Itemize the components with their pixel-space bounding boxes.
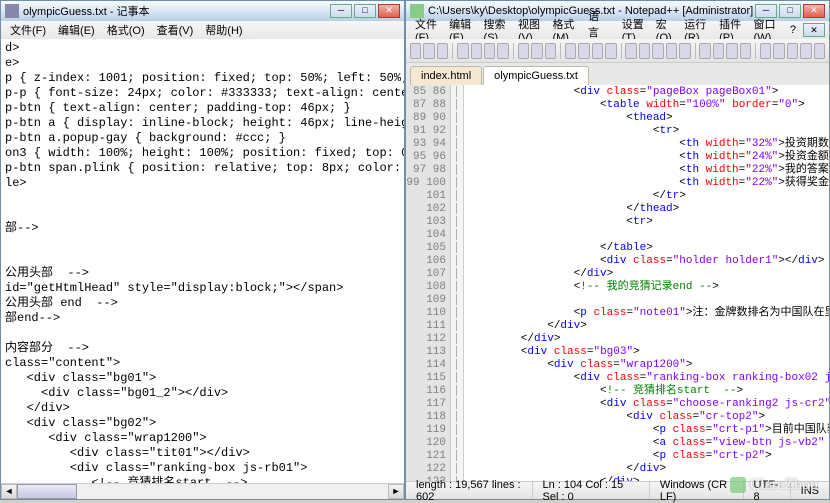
notepad-title: olympicGuess.txt - 记事本 [23, 3, 330, 19]
toolbar-icon[interactable] [423, 43, 434, 59]
toolbar-icon[interactable] [773, 43, 784, 59]
toolbar-icon[interactable] [410, 43, 421, 59]
close-button[interactable]: ✕ [378, 4, 400, 18]
toolbar-icon[interactable] [713, 43, 724, 59]
toolbar-icon[interactable] [565, 43, 576, 59]
status-pos: Ln : 104 Col : 15 Sel : 0 [532, 482, 649, 499]
menu-item[interactable]: ? [785, 23, 801, 37]
npp-toolbar [406, 39, 829, 63]
toolbar-icon[interactable] [484, 43, 495, 59]
toolbar-icon[interactable] [726, 43, 737, 59]
toolbar-icon[interactable] [531, 43, 542, 59]
notepad-text-area[interactable]: d> e> p { z-index: 1001; position: fixed… [1, 39, 404, 483]
close-button[interactable]: ✕ [803, 23, 825, 37]
menu-item[interactable]: 文件(F) [5, 21, 51, 39]
status-length: length : 19,567 lines : 602 [406, 482, 532, 499]
tab-olympicguess[interactable]: olympicGuess.txt [483, 66, 589, 85]
toolbar-icon[interactable] [545, 43, 556, 59]
fold-gutter[interactable]: │ │ │ │ │ │ │ │ │ │ │ │ │ │ │ │ │ │ │ │ … [450, 85, 464, 481]
status-eol: Windows (CR LF) [649, 482, 743, 499]
toolbar-icon[interactable] [437, 43, 448, 59]
toolbar-icon[interactable] [652, 43, 663, 59]
code-editor[interactable]: <div class="pageBox pageBox01"> <table w… [464, 85, 829, 481]
toolbar-icon[interactable] [625, 43, 636, 59]
menu-item[interactable]: 查看(V) [152, 21, 199, 39]
toolbar-icon[interactable] [814, 43, 825, 59]
toolbar-icon[interactable] [800, 43, 811, 59]
toolbar-icon[interactable] [497, 43, 508, 59]
toolbar-icon[interactable] [592, 43, 603, 59]
toolbar-icon[interactable] [471, 43, 482, 59]
toolbar-icon[interactable] [679, 43, 690, 59]
toolbar-icon[interactable] [518, 43, 529, 59]
toolbar-icon[interactable] [457, 43, 468, 59]
toolbar-icon[interactable] [787, 43, 798, 59]
toolbar-icon[interactable] [578, 43, 589, 59]
scroll-left-button[interactable]: ◄ [1, 484, 17, 499]
menu-item[interactable]: 格式(O) [102, 21, 150, 39]
menu-item[interactable]: 帮助(H) [200, 21, 247, 39]
toolbar-icon[interactable] [605, 43, 616, 59]
status-mode: INS [790, 482, 829, 499]
scroll-thumb[interactable] [17, 484, 77, 499]
tab-index-html[interactable]: index.html [410, 66, 482, 85]
npp-window: C:\Users\ky\Desktop\olympicGuess.txt - N… [405, 0, 830, 500]
npp-menubar: 文件(F)编辑(E)搜索(S)视图(V)格式(M)语言(L)设置(T)宏(O)运… [406, 21, 829, 39]
toolbar-icon[interactable] [760, 43, 771, 59]
notepad-h-scrollbar[interactable]: ◄ ► [1, 483, 404, 499]
notepad-window: olympicGuess.txt - 记事本 ─ □ ✕ 文件(F)编辑(E)格… [0, 0, 405, 500]
notepad-titlebar[interactable]: olympicGuess.txt - 记事本 ─ □ ✕ [1, 1, 404, 21]
scroll-right-button[interactable]: ► [388, 484, 404, 499]
line-number-gutter: 85 86 87 88 89 90 91 92 93 94 95 96 97 9… [406, 85, 450, 481]
toolbar-icon[interactable] [639, 43, 650, 59]
npp-statusbar: length : 19,567 lines : 602 Ln : 104 Col… [406, 481, 829, 499]
status-enc: UTF-8 [743, 482, 790, 499]
notepad-icon [5, 4, 19, 18]
menu-item[interactable]: 编辑(E) [53, 21, 100, 39]
toolbar-icon[interactable] [699, 43, 710, 59]
minimize-button[interactable]: ─ [330, 4, 352, 18]
npp-tabbar: index.html olympicGuess.txt [406, 63, 829, 85]
toolbar-icon[interactable] [740, 43, 751, 59]
notepad-menubar: 文件(F)编辑(E)格式(O)查看(V)帮助(H) [1, 21, 404, 39]
toolbar-icon[interactable] [666, 43, 677, 59]
close-button[interactable]: ✕ [803, 4, 825, 18]
maximize-button[interactable]: □ [354, 4, 376, 18]
